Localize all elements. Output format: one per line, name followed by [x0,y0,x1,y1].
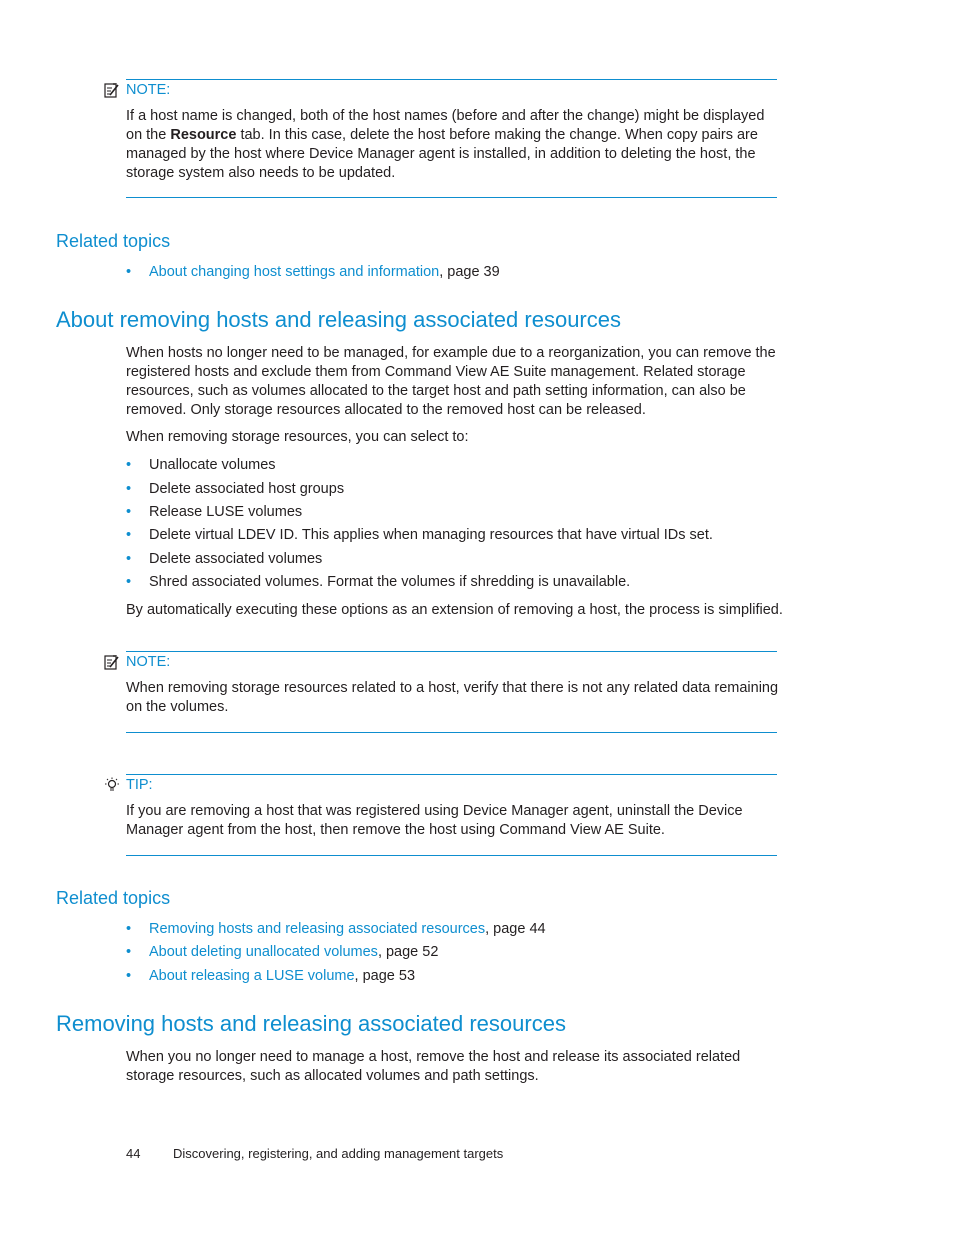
body-paragraph: When you no longer need to manage a host… [126,1049,741,1084]
list-item: • Delete virtual LDEV ID. This applies wh… [126,526,713,545]
bullet-icon: • [126,944,132,960]
list-item-text: Unallocate volumes [149,457,276,473]
bullet-icon: • [126,968,132,984]
tip-label: TIP: [126,777,153,793]
list-item-text: Delete associated volumes [149,551,323,567]
note-text: If a host name is changed, both of the h… [126,107,778,183]
list-item-text: Release LUSE volumes [149,504,303,520]
lightbulb-icon [104,777,120,793]
note-label: NOTE: [126,82,171,98]
note-header: NOTE: [104,654,170,670]
note-top-rule [126,651,777,652]
body-paragraph: When hosts no longer need to be managed,… [126,345,776,418]
note-pencil-icon [104,82,120,98]
page-reference: , page 44 [485,921,546,937]
bullet-icon: • [126,457,132,473]
bullet-icon: • [126,504,132,520]
related-topic-item: • About changing host settings and inform… [126,263,500,282]
tip-header: TIP: [104,777,153,793]
body-paragraph: When removing storage resources, you can… [126,429,469,445]
note-pencil-icon [104,654,120,670]
page-reference: , page 52 [377,944,439,960]
list-item: • Release LUSE volumes [126,503,302,522]
list-item: • Unallocate volumes [126,456,276,475]
related-topics-heading: Related topics [56,888,171,908]
page-reference: , page 39 [439,264,500,280]
list-item: • Shred associated volumes. Format the vo… [126,573,630,592]
bullet-icon: • [126,481,132,497]
list-item-text: Delete associated host groups [149,481,345,497]
bullet-icon: • [126,574,132,590]
note-header: NOTE: [104,82,170,98]
related-topic-link[interactable]: About releasing a LUSE volume [149,968,355,984]
related-topic-item: • About releasing a LUSE volume, page 53 [126,967,415,986]
note-bottom-rule [126,732,777,733]
note-bottom-rule [126,197,777,198]
page-number: 44 [126,1146,141,1161]
note-text: When removing storage resources related … [126,680,779,715]
related-topic-link[interactable]: About changing host settings and informa… [149,264,439,280]
related-topic-link[interactable]: About deleting unallocated volumes [149,944,378,960]
list-item-text: Shred associated volumes. Format the vol… [149,574,631,590]
bullet-icon: • [126,551,132,567]
bullet-icon: • [126,921,132,937]
list-item: • Delete associated host groups [126,480,344,499]
bullet-icon: • [126,527,132,543]
list-item: • Delete associated volumes [126,550,322,569]
tip-bottom-rule [126,855,777,856]
section-heading: About removing hosts and releasing assoc… [56,307,621,332]
resource-tab-name: Resource [170,127,237,143]
list-item-text: Delete virtual LDEV ID. This applies whe… [149,527,713,543]
note-top-rule [126,79,777,80]
page-reference: , page 53 [354,968,416,984]
tip-text: If you are removing a host that was regi… [126,803,743,838]
bullet-icon: • [126,264,132,280]
related-topic-link[interactable]: Removing hosts and releasing associated … [149,921,485,937]
note-label: NOTE: [126,654,171,670]
related-topics-heading: Related topics [56,231,171,251]
related-topic-item: • Removing hosts and releasing associated… [126,920,546,939]
footer-chapter-title: Discovering, registering, and adding man… [173,1146,504,1161]
tip-top-rule [126,774,777,775]
section-heading: Removing hosts and releasing associated … [56,1011,566,1036]
related-topic-item: • About deleting unallocated volumes, pag… [126,943,438,962]
body-paragraph: By automatically executing these options… [126,602,783,618]
